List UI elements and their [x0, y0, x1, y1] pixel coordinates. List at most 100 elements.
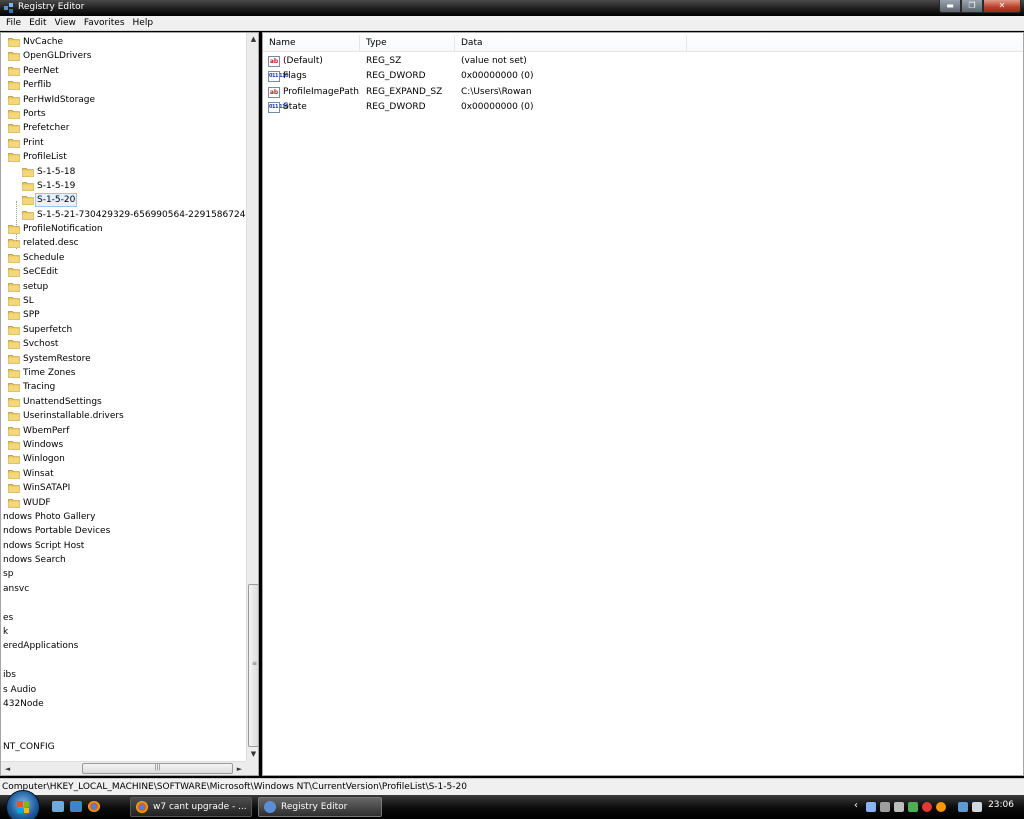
- clock[interactable]: 23:06: [988, 800, 1014, 810]
- scroll-up-arrow-icon[interactable]: ▲: [247, 33, 258, 46]
- show-hidden-icons-icon[interactable]: ‹: [854, 800, 858, 811]
- tree-item[interactable]: PeerNet: [1, 64, 246, 78]
- scroll-right-arrow-icon[interactable]: ►: [233, 762, 246, 775]
- tree-item[interactable]: Prefetcher: [1, 121, 246, 135]
- chrome-quicklaunch-icon[interactable]: [88, 801, 100, 812]
- display-icon[interactable]: [958, 802, 968, 812]
- folder-icon: [8, 123, 20, 134]
- column-header-name[interactable]: Name: [263, 35, 360, 52]
- registry-editor-icon: [264, 801, 276, 813]
- tree-item[interactable]: Superfetch: [1, 323, 246, 337]
- security-icon[interactable]: [908, 802, 918, 812]
- menu-help[interactable]: Help: [129, 16, 158, 30]
- tree-item[interactable]: SeCEdit: [1, 265, 246, 279]
- tree-item[interactable]: SPP: [1, 308, 246, 322]
- tree-item[interactable]: sp: [1, 567, 246, 581]
- column-header-type[interactable]: Type: [360, 35, 455, 52]
- tree-item[interactable]: eredApplications: [1, 639, 246, 653]
- switch-windows-icon[interactable]: [70, 801, 82, 812]
- tree-item[interactable]: Ports: [1, 107, 246, 121]
- folder-icon: [8, 138, 20, 148]
- folder-icon: [8, 454, 20, 465]
- tree-item[interactable]: S-1-5-19: [1, 179, 246, 193]
- tree-item[interactable]: PerHwIdStorage: [1, 93, 246, 107]
- tree-item[interactable]: Userinstallable.drivers: [1, 409, 246, 423]
- volume-icon[interactable]: [894, 802, 904, 812]
- menu-favorites[interactable]: Favorites: [80, 16, 129, 30]
- value-row[interactable]: ab (Default) REG_SZ (value not set): [263, 54, 1023, 69]
- tree-item[interactable]: ProfileList: [1, 150, 246, 164]
- tree-item-label: Ports: [23, 108, 46, 119]
- tree-item[interactable]: S-1-5-21-730429329-656990564-2291586724-…: [1, 208, 258, 222]
- tree-item[interactable]: Schedule: [1, 251, 246, 265]
- value-row[interactable]: ab ProfileImagePath REG_EXPAND_SZ C:\Users\…: [263, 85, 1023, 100]
- scroll-left-arrow-icon[interactable]: ◄: [1, 762, 14, 775]
- folder-icon: [8, 339, 20, 350]
- scroll-down-arrow-icon[interactable]: ▼: [247, 748, 258, 761]
- tree-item[interactable]: ansvc: [1, 582, 246, 596]
- tree-item[interactable]: related.desc: [1, 236, 246, 250]
- tree-item[interactable]: [1, 726, 246, 740]
- network-icon[interactable]: [866, 802, 876, 812]
- vertical-scroll-thumb[interactable]: ≡: [248, 584, 258, 747]
- menu-edit[interactable]: Edit: [25, 16, 50, 30]
- value-row[interactable]: 011 110 State REG_DWORD 0x00000000 (0): [263, 100, 1023, 115]
- tree-item[interactable]: s Audio: [1, 683, 246, 697]
- tree-item[interactable]: Print: [1, 136, 246, 150]
- taskbar-button-label: Registry Editor: [281, 802, 348, 812]
- tree-item[interactable]: [1, 711, 246, 725]
- tree-item[interactable]: WUDF: [1, 496, 246, 510]
- show-desktop-icon[interactable]: [52, 801, 64, 812]
- horizontal-scroll-thumb[interactable]: |||: [82, 763, 233, 774]
- update-icon[interactable]: [936, 802, 946, 812]
- safely-remove-icon[interactable]: [880, 802, 890, 812]
- tree-item[interactable]: NT_CONFIG: [1, 740, 246, 754]
- tree-item[interactable]: ndows Photo Gallery: [1, 510, 246, 524]
- column-header-data[interactable]: Data: [455, 35, 687, 52]
- tree-item[interactable]: UnattendSettings: [1, 395, 246, 409]
- close-button[interactable]: ✕: [983, 0, 1021, 13]
- tree-item[interactable]: ndows Portable Devices: [1, 524, 246, 538]
- speaker-icon[interactable]: [972, 802, 982, 812]
- menu-file[interactable]: File: [2, 16, 25, 30]
- tree-item[interactable]: WinSATAPI: [1, 481, 246, 495]
- tree-item[interactable]: Windows: [1, 438, 246, 452]
- folder-icon: [8, 368, 20, 378]
- tree-item[interactable]: Winlogon: [1, 452, 246, 466]
- tree-item[interactable]: [1, 654, 246, 668]
- tree-item-label: S-1-5-19: [37, 180, 76, 191]
- tree-item[interactable]: es: [1, 611, 246, 625]
- maximize-button[interactable]: ❐: [961, 0, 983, 13]
- start-button[interactable]: [6, 790, 40, 819]
- tree-item[interactable]: Time Zones: [1, 366, 246, 380]
- tree-item[interactable]: S-1-5-18: [1, 165, 246, 179]
- tree-item[interactable]: Tracing: [1, 380, 246, 394]
- tree-horizontal-scrollbar[interactable]: ◄ ||| ►: [1, 761, 246, 775]
- minimize-button[interactable]: ▬: [939, 0, 961, 13]
- taskbar-button-chrome[interactable]: w7 cant upgrade - ...: [130, 797, 252, 817]
- tree-item[interactable]: WbemPerf: [1, 424, 246, 438]
- tree-item[interactable]: NvCache: [1, 35, 246, 49]
- tree-vertical-scrollbar[interactable]: ▲ ≡ ▼: [246, 33, 258, 761]
- tree-item[interactable]: Perflib: [1, 78, 246, 92]
- tree-item[interactable]: SystemRestore: [1, 352, 246, 366]
- tree-item[interactable]: [1, 596, 246, 610]
- tree-item[interactable]: 432Node: [1, 697, 246, 711]
- tree-item[interactable]: setup: [1, 280, 246, 294]
- tree-item[interactable]: k: [1, 625, 246, 639]
- taskbar-button-registry-editor[interactable]: Registry Editor: [258, 797, 382, 817]
- registry-values-list[interactable]: Name Type Data ab (Default) REG_SZ (value n…: [262, 32, 1024, 776]
- tree-item[interactable]: Winsat: [1, 467, 246, 481]
- tree-item[interactable]: OpenGLDrivers: [1, 49, 246, 63]
- tree-item[interactable]: SL: [1, 294, 246, 308]
- registry-key-tree[interactable]: NvCache OpenGLDrivers PeerNet Perflib PerHwI…: [0, 32, 259, 776]
- antivirus-icon[interactable]: [922, 802, 932, 812]
- tree-item[interactable]: ndows Script Host: [1, 539, 246, 553]
- tree-item[interactable]: Svchost: [1, 337, 246, 351]
- tree-item[interactable]: S-1-5-20: [1, 193, 246, 208]
- menu-view[interactable]: View: [51, 16, 80, 30]
- tree-item[interactable]: ProfileNotification: [1, 222, 246, 236]
- tree-item[interactable]: ibs: [1, 668, 246, 682]
- tree-item[interactable]: ndows Search: [1, 553, 246, 567]
- value-row[interactable]: 011 110 Flags REG_DWORD 0x00000000 (0): [263, 69, 1023, 84]
